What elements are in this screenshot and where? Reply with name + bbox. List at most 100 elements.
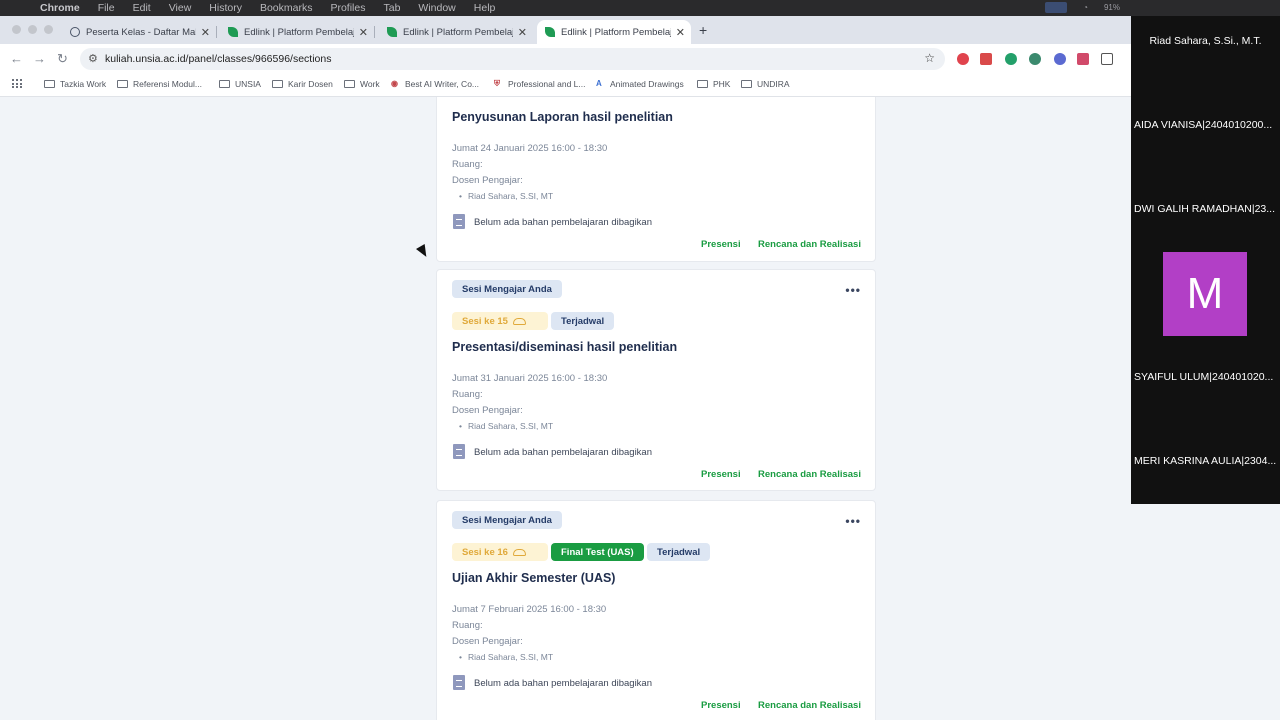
folder-icon (344, 80, 355, 88)
forward-arrow-icon[interactable]: → (33, 51, 46, 66)
bookmark-karir-dosen[interactable]: Karir Dosen (272, 79, 333, 89)
participant-tile[interactable]: MERI KASRINA AULIA|2304... (1134, 455, 1277, 467)
tab-title: Peserta Kelas - Daftar Mahas (86, 26, 196, 38)
animated-drawings-icon: A (596, 79, 602, 88)
wifi-icon[interactable]: ◔ (1083, 3, 1088, 12)
menu-profiles[interactable]: Profiles (330, 2, 365, 14)
menu-history[interactable]: History (209, 2, 242, 14)
news-extension-icon[interactable] (980, 53, 992, 65)
apps-grid-icon[interactable] (12, 79, 22, 89)
presensi-link[interactable]: Presensi (701, 239, 741, 250)
presensi-link[interactable]: Presensi (701, 469, 741, 480)
participant-host[interactable]: Riad Sahara, S.Si., M.T. (1134, 35, 1277, 47)
menu-edit[interactable]: Edit (133, 2, 151, 14)
zoom-extension-icon[interactable] (1054, 53, 1066, 65)
site-settings-icon[interactable]: ⚙ (88, 52, 98, 65)
session-title: Ujian Akhir Semester (UAS) (452, 571, 616, 585)
more-options-icon[interactable]: ••• (845, 283, 861, 297)
edlink-logo-icon (228, 27, 238, 37)
participant-tile[interactable]: SYAIFUL ULUM|240401020... (1134, 371, 1277, 383)
ai-writer-icon: ◉ (391, 79, 398, 88)
tab-peserta-kelas[interactable]: Peserta Kelas - Daftar Mahas ✕ (62, 20, 217, 44)
document-icon (453, 444, 465, 459)
session-datetime: Jumat 31 Januari 2025 16:00 - 18:30 (452, 373, 608, 384)
folder-icon (272, 80, 283, 88)
bookmark-work[interactable]: Work (344, 79, 380, 89)
session-card: Penyusunan Laporan hasil penelitian Juma… (436, 97, 876, 262)
document-icon (453, 214, 465, 229)
participant-tile[interactable]: DWI GALIH RAMADHAN|23... (1134, 203, 1277, 215)
bookmark-tazkia-work[interactable]: Tazkia Work (44, 79, 106, 89)
menu-view[interactable]: View (169, 2, 192, 14)
new-tab-button[interactable]: + (699, 22, 707, 38)
lecturer-name: Riad Sahara, S.SI, MT (459, 421, 553, 431)
tab-edlink-1[interactable]: Edlink | Platform Pembelajara ✕ (220, 20, 375, 44)
session-datetime: Jumat 24 Januari 2025 16:00 - 18:30 (452, 143, 608, 154)
tab-title: Edlink | Platform Pembelajara (561, 26, 671, 38)
session-title: Penyusunan Laporan hasil penelitian (452, 110, 673, 124)
opera-extension-icon[interactable] (957, 53, 969, 65)
lecturer-label: Dosen Pengajar: (452, 175, 523, 186)
close-icon[interactable]: ✕ (518, 26, 527, 39)
bookmark-best-ai-writer[interactable]: ◉ Best AI Writer, Co... (391, 79, 479, 89)
presensi-link[interactable]: Presensi (701, 700, 741, 711)
avatar: M (1163, 252, 1247, 336)
close-icon[interactable]: ✕ (201, 26, 210, 39)
bookmark-star-icon[interactable]: ☆ (924, 51, 935, 65)
folder-icon (117, 80, 128, 88)
bookmark-referensi-modul[interactable]: Referensi Modul... (117, 79, 202, 89)
zoom-window-button[interactable] (44, 25, 53, 34)
no-material-text: Belum ada bahan pembelajaran dibagikan (474, 678, 652, 689)
bookmark-phk[interactable]: PHK (697, 79, 730, 89)
participant-tile[interactable]: AIDA VIANISA|2404010200... (1134, 119, 1277, 131)
menu-window[interactable]: Window (418, 2, 455, 14)
session-title: Presentasi/diseminasi hasil penelitian (452, 340, 678, 354)
rencana-realisasi-link[interactable]: Rencana dan Realisasi (758, 700, 861, 711)
browser-window: Peserta Kelas - Daftar Mahas ✕ Edlink | … (0, 16, 1131, 97)
mendeley-extension-icon[interactable] (1077, 53, 1089, 65)
folder-icon (44, 80, 55, 88)
no-material-text: Belum ada bahan pembelajaran dibagikan (474, 447, 652, 458)
menu-tab[interactable]: Tab (383, 2, 400, 14)
menu-file[interactable]: File (98, 2, 115, 14)
meeting-participants-panel: Riad Sahara, S.Si., M.T. AIDA VIANISA|24… (1131, 16, 1280, 504)
shield-icon: ⛨ (494, 79, 500, 88)
back-arrow-icon[interactable]: ← (10, 51, 23, 66)
lecturer-label: Dosen Pengajar: (452, 405, 523, 416)
minimize-window-button[interactable] (28, 25, 37, 34)
lecturer-label: Dosen Pengajar: (452, 636, 523, 647)
folder-icon (741, 80, 752, 88)
close-icon[interactable]: ✕ (359, 26, 368, 39)
bookmark-animated-drawings[interactable]: A Animated Drawings (596, 79, 684, 89)
bookmark-undira[interactable]: UNDIRA (741, 79, 790, 89)
session-number-badge: Sesi ke 16 (452, 543, 548, 561)
room-label: Ruang: (452, 159, 483, 170)
address-bar[interactable]: ⚙ kuliah.unsia.ac.id/panel/classes/96659… (80, 48, 945, 70)
more-options-icon[interactable]: ••• (845, 514, 861, 528)
bookmark-unsia[interactable]: UNSIA (219, 79, 261, 89)
grammarly-extension-icon[interactable] (1005, 53, 1017, 65)
menu-app[interactable]: Chrome (40, 2, 80, 14)
rencana-realisasi-link[interactable]: Rencana dan Realisasi (758, 469, 861, 480)
rencana-realisasi-link[interactable]: Rencana dan Realisasi (758, 239, 861, 250)
menu-help[interactable]: Help (474, 2, 496, 14)
reload-icon[interactable]: ↻ (57, 51, 68, 67)
bookmark-professional[interactable]: ⛨ Professional and L... (494, 79, 586, 89)
battery-status[interactable]: 91% (1104, 3, 1120, 12)
folder-icon (219, 80, 230, 88)
close-icon[interactable]: ✕ (676, 26, 685, 39)
tab-title: Edlink | Platform Pembelajara (244, 26, 354, 38)
room-label: Ruang: (452, 620, 483, 631)
bookmarks-bar: Tazkia Work Referensi Modul... UNSIA Kar… (0, 74, 1131, 97)
room-label: Ruang: (452, 389, 483, 400)
session-card: Sesi Mengajar Anda ••• Sesi ke 15 Terjad… (436, 269, 876, 491)
screen-share-icon[interactable] (1045, 2, 1068, 13)
status-badge: Terjadwal (647, 543, 711, 561)
menu-bookmarks[interactable]: Bookmarks (260, 2, 313, 14)
close-window-button[interactable] (12, 25, 21, 34)
extensions-puzzle-icon[interactable] (1101, 53, 1113, 65)
tab-edlink-active[interactable]: Edlink | Platform Pembelajara ✕ (537, 20, 691, 44)
address-url[interactable]: kuliah.unsia.ac.id/panel/classes/966596/… (105, 53, 331, 65)
sparkle-extension-icon[interactable] (1029, 53, 1041, 65)
tab-edlink-2[interactable]: Edlink | Platform Pembelajara ✕ (379, 20, 533, 44)
